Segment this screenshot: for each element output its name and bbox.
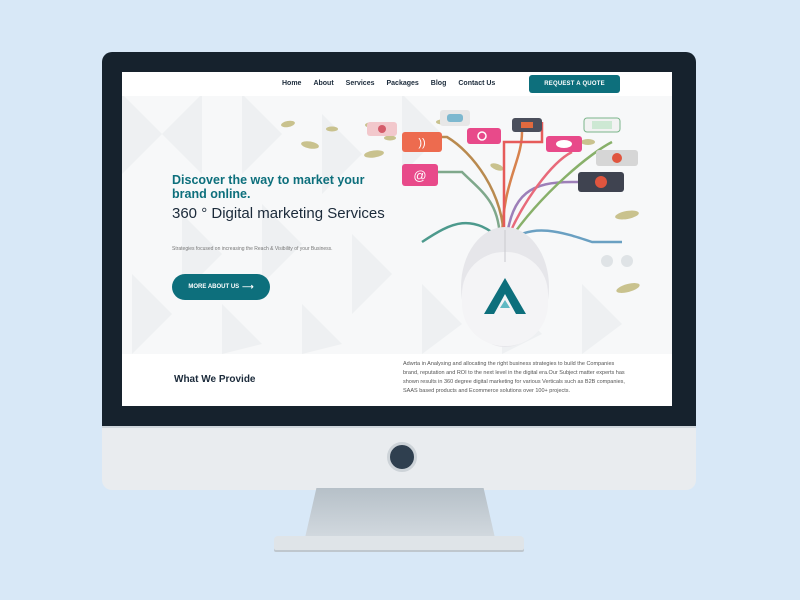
request-quote-button[interactable]: REQUEST A QUOTE	[529, 75, 620, 93]
nav-contact-us[interactable]: Contact Us	[458, 80, 495, 87]
hero-title: 360 ° Digital marketing Services	[172, 205, 385, 222]
more-about-us-label: MORE ABOUT US	[188, 284, 240, 290]
digital-marketing-illustration: )) @	[281, 110, 640, 347]
slider-dot-1[interactable]	[601, 255, 613, 267]
rss-icon: ))	[402, 132, 442, 152]
hero-description: Strategies focused on increasing the Rea…	[172, 246, 333, 252]
slider-dot-2[interactable]	[621, 255, 633, 267]
section-description: Adwrta in Analysing and allocating the r…	[403, 361, 625, 394]
nav-packages[interactable]: Packages	[386, 80, 418, 87]
nav-about[interactable]: About	[313, 80, 333, 87]
cart-icon	[578, 172, 624, 192]
nav-links: Home About Services Packages Blog Contac…	[282, 80, 495, 87]
monitor-stand-base	[274, 536, 524, 550]
more-about-us-button[interactable]: MORE ABOUT US ⟶	[172, 274, 270, 300]
svg-text:@: @	[413, 168, 426, 183]
nav-home[interactable]: Home	[282, 80, 301, 87]
nav-services[interactable]: Services	[346, 80, 375, 87]
top-navigation: Home About Services Packages Blog Contac…	[122, 72, 672, 96]
nav-blog[interactable]: Blog	[431, 80, 447, 87]
video-icon	[512, 118, 542, 132]
power-button	[387, 442, 417, 472]
heart-icon	[546, 136, 582, 152]
section-title: What We Provide	[174, 374, 256, 385]
monitor-stand	[305, 488, 495, 538]
computer-mouse-icon	[461, 227, 549, 347]
at-sign-icon: @	[402, 164, 438, 186]
arrow-right-icon: ⟶	[242, 282, 254, 291]
map-pin-icon	[596, 150, 638, 166]
website-screen: )) @ Discover the way to market your bra…	[122, 72, 672, 406]
search-icon	[467, 128, 501, 144]
hero-section: )) @ Discover the way to market your bra…	[122, 72, 672, 354]
mail-icon	[583, 117, 621, 133]
chat-icon	[440, 110, 470, 126]
hero-tagline: Discover the way to market your brand on…	[172, 173, 365, 201]
user-icon	[367, 122, 397, 136]
svg-text:)): ))	[418, 137, 425, 149]
